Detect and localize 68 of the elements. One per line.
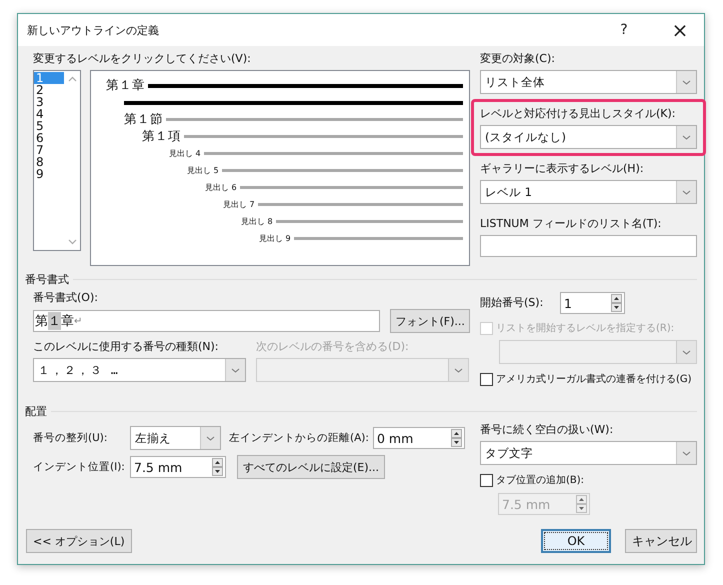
default-button[interactable]: OK xyxy=(541,529,611,553)
level-item[interactable]: 8 xyxy=(34,156,64,168)
level-item[interactable]: 6 xyxy=(34,132,64,144)
checkbox-label: タブ位置の追加(B): xyxy=(496,474,584,487)
cancel-button[interactable]: キャンセル xyxy=(625,529,697,553)
chevron-down-icon xyxy=(225,359,245,381)
preview-heading: 第１節 xyxy=(124,111,163,128)
spinner-arrows-icon[interactable] xyxy=(212,458,223,476)
level-item[interactable]: 3 xyxy=(34,96,64,108)
chevron-down-icon xyxy=(676,181,696,203)
field-label: レベルと対応付ける見出しスタイル(K): xyxy=(480,106,677,122)
checkbox-label: アメリカ式リーガル書式の連番を付ける(G) xyxy=(496,372,692,386)
window-title: 新しいアウトラインの定義 xyxy=(27,22,160,38)
close-button[interactable]: × xyxy=(657,15,703,45)
section-heading: 番号書式 xyxy=(25,272,69,287)
font-button[interactable]: フォント(F)... xyxy=(390,309,470,333)
level-item[interactable]: 2 xyxy=(34,84,64,96)
field-label: 番号に続く空白の扱い(W): xyxy=(480,422,614,438)
checkbox[interactable] xyxy=(480,474,493,486)
field-label: 番号書式(O): xyxy=(33,290,99,306)
preview-heading: 第１章 xyxy=(106,77,145,94)
preview-heading: 見出し 7 xyxy=(223,199,255,210)
dropdown[interactable]: (スタイルなし) xyxy=(480,125,697,149)
dropdown[interactable]: １，２，３ … xyxy=(33,358,246,382)
level-list[interactable]: 1 2 3 4 5 6 7 8 9 xyxy=(33,70,81,251)
level-item[interactable]: 9 xyxy=(34,168,64,180)
field-label: LISTNUM フィールドのリスト名(T): xyxy=(480,216,662,232)
field-label: インデント位置(I): xyxy=(33,460,126,475)
chevron-down-icon xyxy=(676,126,696,148)
preview-heading: 見出し 5 xyxy=(187,165,219,176)
chevron-down-icon xyxy=(676,442,696,464)
dropdown[interactable]: リスト全体 xyxy=(480,70,697,94)
field-label: 次のレベルの番号を含める(D): xyxy=(256,339,410,355)
spin-box[interactable]: 0 mm xyxy=(373,427,465,449)
level-item[interactable]: 4 xyxy=(34,108,64,120)
number-format-field[interactable]: 第 １ 章↵ xyxy=(33,310,380,332)
chevron-down-icon xyxy=(676,71,696,93)
preview-heading: 見出し 9 xyxy=(259,233,291,244)
dropdown[interactable]: 左揃え xyxy=(130,426,221,450)
checkbox-label: リストを開始するレベルを指定する(R): xyxy=(496,322,674,335)
options-button[interactable]: << オプション(L) xyxy=(26,529,132,553)
spinner-arrows-icon[interactable] xyxy=(611,294,622,312)
spin-box[interactable]: 1 xyxy=(560,292,625,314)
preview-heading: 見出し 4 xyxy=(169,148,201,159)
field-label: 左インデントからの距離(A): xyxy=(229,431,370,446)
text-field[interactable] xyxy=(480,235,697,257)
spinner-arrows-icon[interactable] xyxy=(451,429,462,447)
dropdown[interactable]: レベル 1 xyxy=(480,180,697,204)
set-all-levels-button[interactable]: すべてのレベルに設定(E)... xyxy=(237,455,386,479)
section-heading: 配置 xyxy=(25,404,47,419)
chevron-down-icon xyxy=(676,341,696,363)
level-item[interactable]: 7 xyxy=(34,144,64,156)
chevron-down-icon xyxy=(448,359,468,381)
chevron-down-icon xyxy=(200,427,220,449)
field-label: ギャラリーに表示するレベル(H): xyxy=(480,161,645,177)
field-label: 変更するレベルをクリックしてください(V): xyxy=(33,51,252,67)
field-label: このレベルに使用する番号の種類(N): xyxy=(33,339,220,355)
checkbox[interactable] xyxy=(480,372,493,386)
dropdown[interactable]: タブ文字 xyxy=(480,441,697,465)
preview-heading: 見出し 6 xyxy=(205,182,237,193)
level-item[interactable]: 5 xyxy=(34,120,64,132)
field-label: 番号の整列(U): xyxy=(33,431,108,446)
field-label: 変更の対象(C): xyxy=(480,51,556,67)
preview-heading: 第１項 xyxy=(142,128,181,145)
help-button[interactable]: ? xyxy=(601,15,647,45)
spin-box[interactable]: 7.5 mm xyxy=(130,456,226,478)
field-label: 開始番号(S): xyxy=(480,295,544,311)
preview-heading: 見出し 8 xyxy=(241,216,273,227)
